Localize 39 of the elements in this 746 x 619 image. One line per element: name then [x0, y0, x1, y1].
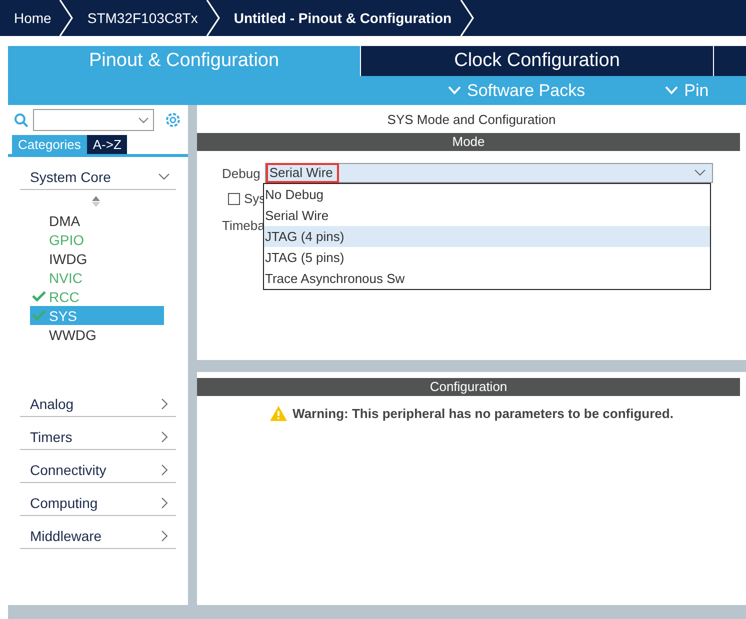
category-header[interactable]: Middleware — [20, 516, 176, 549]
debug-select[interactable]: Serial Wire — [265, 163, 714, 183]
item-label: RCC — [49, 288, 80, 304]
item-label: NVIC — [49, 270, 82, 286]
dropdown-option[interactable]: JTAG (4 pins) — [264, 226, 710, 247]
category-header[interactable]: Connectivity — [20, 450, 176, 483]
selected-value: Serial Wire — [266, 163, 339, 183]
panel-title: SYS Mode and Configuration — [386, 111, 557, 129]
item-label: IWDG — [49, 250, 88, 266]
category-header[interactable]: Computing — [20, 483, 176, 516]
sort-icon[interactable] — [92, 196, 100, 207]
peripheral-item[interactable]: IWDG — [30, 249, 164, 268]
warning-icon — [270, 406, 287, 421]
section-header: Configuration — [197, 378, 740, 396]
chevron-down-icon — [694, 169, 706, 177]
search-field[interactable] — [32, 109, 154, 131]
chevron-down-icon — [665, 86, 678, 95]
category-header[interactable]: Analog — [20, 384, 176, 417]
settings-icon[interactable] — [164, 111, 182, 129]
section-header: Mode — [197, 133, 740, 151]
item-label: SYS — [49, 308, 78, 324]
warning-text: Warning: This peripheral has no parameters to be configured. — [292, 406, 674, 421]
tab[interactable]: Clock Configuration — [361, 46, 714, 76]
checkbox[interactable] — [228, 192, 240, 204]
chevron-down-icon — [138, 116, 150, 124]
item-label: DMA — [49, 212, 80, 228]
category-header[interactable]: System Core — [20, 157, 176, 190]
category-header[interactable]: Timers — [20, 417, 176, 450]
item-label: GPIO — [49, 232, 84, 248]
view-tab[interactable]: A->Z — [86, 135, 128, 154]
peripheral-item[interactable]: DMA — [30, 211, 164, 230]
search-icon[interactable] — [14, 112, 29, 128]
chevron-down-icon — [448, 86, 461, 95]
field-label: Debug — [222, 166, 260, 180]
breadcrumb-item[interactable]: Home — [0, 0, 60, 36]
breadcrumb-item[interactable]: Untitled - Pinout & Configuration — [220, 0, 460, 36]
breadcrumb-item[interactable]: STM32F103C8Tx — [73, 0, 206, 36]
peripheral-item[interactable]: WWDG — [30, 325, 164, 344]
item-label: WWDG — [49, 326, 96, 342]
